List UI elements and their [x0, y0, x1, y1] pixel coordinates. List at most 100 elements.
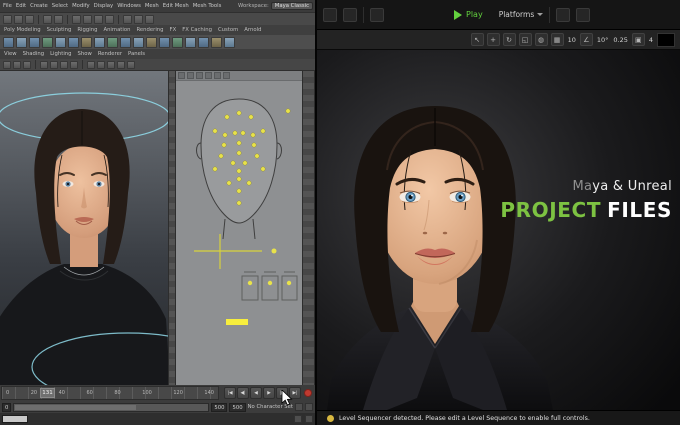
menu-edit-mesh[interactable]: Edit Mesh	[163, 3, 189, 9]
panel-menu-view[interactable]: View	[4, 51, 17, 57]
render-icon[interactable]	[134, 14, 143, 24]
build-icon[interactable]	[576, 7, 591, 22]
textured-icon[interactable]	[60, 60, 68, 69]
menu-display[interactable]: Display	[94, 3, 114, 9]
gate-mask-icon[interactable]	[127, 60, 135, 69]
rotation-snap-icon[interactable]: ∠	[579, 33, 593, 46]
shelf-tool-icon[interactable]	[107, 36, 118, 48]
snap-grid-icon[interactable]	[72, 14, 81, 24]
time-slider[interactable]: 0 20 40 60 80 100 120 140 131	[1, 386, 219, 400]
menu-edit[interactable]: Edit	[16, 3, 26, 9]
shelf-tool-icon[interactable]	[42, 36, 53, 48]
scale-snap-value[interactable]: 0.25	[612, 36, 628, 44]
shelf-tool-icon[interactable]	[185, 36, 196, 48]
field-chart-icon[interactable]	[107, 60, 115, 69]
film-gate-icon[interactable]	[23, 60, 31, 69]
rotation-snap-value[interactable]: 10°	[596, 36, 610, 44]
anim-prefs-icon[interactable]	[305, 403, 313, 411]
shelf-tab-rigging[interactable]: Rigging	[77, 27, 97, 33]
shelf-tool-icon[interactable]	[172, 36, 183, 48]
wireframe-icon[interactable]	[40, 60, 48, 69]
resolution-gate-icon[interactable]	[117, 60, 125, 69]
camera-speed-icon[interactable]: ▣	[631, 33, 645, 46]
play-button[interactable]: Play	[454, 9, 483, 20]
open-scene-icon[interactable]	[14, 14, 23, 24]
grid-snap-icon[interactable]: ▦	[550, 33, 564, 46]
menu-mesh-tools[interactable]: Mesh Tools	[193, 3, 222, 9]
settings-icon[interactable]	[343, 7, 357, 22]
panel-menu-show[interactable]: Show	[78, 51, 92, 57]
rig-toolbar-icon[interactable]	[187, 72, 194, 79]
menu-create[interactable]: Create	[30, 3, 48, 9]
grid-toggle-icon[interactable]	[13, 60, 21, 69]
construction-history-icon[interactable]	[123, 14, 132, 24]
shelf-tool-icon[interactable]	[94, 36, 105, 48]
rotate-tool-icon[interactable]: ↻	[502, 33, 516, 46]
range-slider-bar[interactable]	[15, 404, 136, 410]
camera-icon[interactable]	[3, 60, 11, 69]
shelf-tool-icon[interactable]	[159, 36, 170, 48]
shelf-tab-sculpting[interactable]: Sculpting	[47, 27, 72, 33]
select-tool-icon[interactable]: ↖	[470, 33, 484, 46]
platforms-dropdown[interactable]: Platforms	[499, 10, 544, 19]
shelf-tool-icon[interactable]	[146, 36, 157, 48]
redo-icon[interactable]	[54, 14, 63, 24]
unreal-viewport[interactable]: Maya & Unreal PROJECT FILES	[317, 50, 680, 410]
panel-menu-shading[interactable]: Shading	[23, 51, 45, 57]
camera-speed-value[interactable]: 4	[648, 36, 654, 44]
save-icon[interactable]	[323, 7, 337, 22]
panel-menu-panels[interactable]: Panels	[128, 51, 145, 57]
world-space-icon[interactable]: ◍	[534, 33, 548, 46]
shelf-tool-icon[interactable]	[120, 36, 131, 48]
snap-point-icon[interactable]	[94, 14, 103, 24]
rig-toolbar-icon[interactable]	[178, 72, 185, 79]
shelf-tool-icon[interactable]	[211, 36, 222, 48]
menu-windows[interactable]: Windows	[117, 3, 141, 9]
shelf-tab-poly-modeling[interactable]: Poly Modeling	[4, 27, 41, 33]
shelf-tab-fx[interactable]: FX	[170, 27, 177, 33]
go-to-start-button[interactable]: |◀	[224, 387, 236, 399]
current-time-indicator[interactable]: 131	[40, 388, 55, 398]
range-start-field[interactable]: 0	[2, 402, 12, 412]
rig-yellow-slider[interactable]	[226, 319, 248, 325]
rig-toolbar-icon[interactable]	[223, 72, 230, 79]
shelf-tool-icon[interactable]	[224, 36, 235, 48]
isolate-select-icon[interactable]	[97, 60, 105, 69]
menu-select[interactable]: Select	[52, 3, 68, 9]
rig-toolbar-icon[interactable]	[214, 72, 221, 79]
script-editor-icon[interactable]	[305, 415, 313, 423]
rig-toolbar-icon[interactable]	[205, 72, 212, 79]
shelf-tool-icon[interactable]	[29, 36, 40, 48]
menu-file[interactable]: File	[3, 3, 12, 9]
snap-plane-icon[interactable]	[105, 14, 114, 24]
blueprints-icon[interactable]	[556, 7, 571, 22]
lighting-icon[interactable]	[70, 60, 78, 69]
channel-box-collapsed-strip[interactable]	[302, 71, 315, 385]
auto-key-icon[interactable]	[295, 403, 303, 411]
shelf-tab-animation[interactable]: Animation	[103, 27, 130, 33]
cinematics-icon[interactable]	[370, 7, 384, 22]
shelf-tab-arnold[interactable]: Arnold	[244, 27, 261, 33]
xray-icon[interactable]	[87, 60, 95, 69]
shelf-tool-icon[interactable]	[198, 36, 209, 48]
snap-curve-icon[interactable]	[83, 14, 92, 24]
scale-tool-icon[interactable]: ◱	[518, 33, 532, 46]
play-button[interactable]: ▶	[263, 387, 275, 399]
shelf-tool-icon[interactable]	[55, 36, 66, 48]
menu-modify[interactable]: Modify	[72, 3, 90, 9]
shaded-icon[interactable]	[50, 60, 58, 69]
command-input[interactable]	[2, 415, 28, 423]
grid-snap-value[interactable]: 10	[567, 36, 577, 44]
shelf-tool-icon[interactable]	[81, 36, 92, 48]
undo-icon[interactable]	[43, 14, 52, 24]
record-button[interactable]	[304, 389, 312, 397]
play-backwards-button[interactable]: ◀	[250, 387, 262, 399]
playback-end-field[interactable]: 500	[211, 402, 228, 412]
facial-rig-panel[interactable]	[176, 71, 302, 385]
new-scene-icon[interactable]	[3, 14, 12, 24]
shelf-tool-icon[interactable]	[16, 36, 27, 48]
step-back-button[interactable]: ◀|	[237, 387, 249, 399]
menu-mesh[interactable]: Mesh	[145, 3, 159, 9]
help-line-icon[interactable]	[294, 415, 302, 423]
shelf-tool-icon[interactable]	[68, 36, 79, 48]
